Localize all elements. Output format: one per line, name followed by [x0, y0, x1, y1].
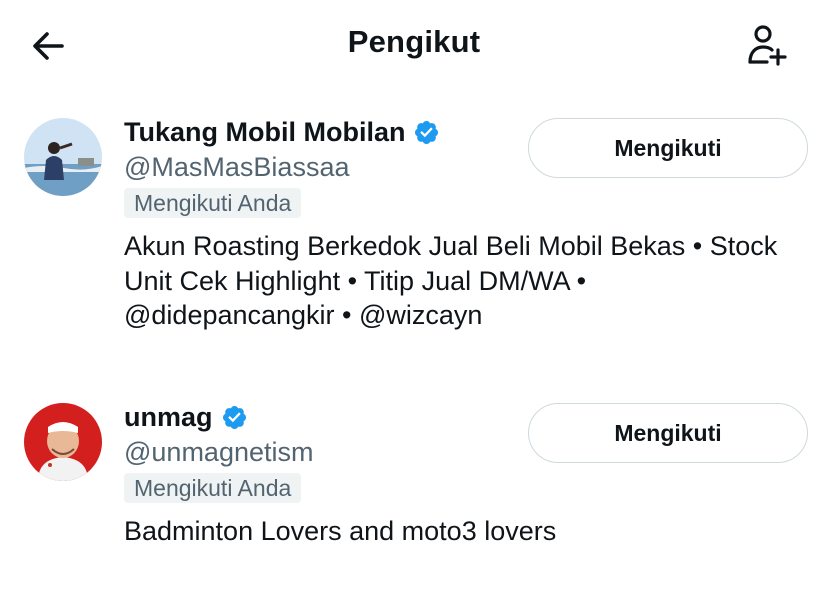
- user-cell[interactable]: unmag @unmagnetism Mengikuti Anda Badmin…: [0, 395, 828, 565]
- user-handle: @MasMasBiassaa: [124, 152, 350, 182]
- user-cell[interactable]: Tukang Mobil Mobilan @MasMasBiassaa Meng…: [0, 110, 828, 370]
- follows-you-badge: Mengikuti Anda: [124, 473, 302, 503]
- page-title: Pengikut: [347, 24, 481, 59]
- user-bio: Badminton Lovers and moto3 lovers: [124, 516, 557, 546]
- name-row: unmag: [124, 399, 248, 435]
- user-bio: Akun Roasting Berkedok Jual Beli Mobil B…: [124, 231, 778, 330]
- avatar[interactable]: [24, 118, 102, 196]
- top-bar: Pengikut: [0, 0, 828, 90]
- following-button[interactable]: Mengikuti: [528, 118, 808, 178]
- name-row: Tukang Mobil Mobilan: [124, 114, 440, 150]
- add-user-icon[interactable]: [745, 22, 791, 68]
- verified-badge-icon: [222, 405, 246, 429]
- display-name[interactable]: unmag: [124, 402, 213, 433]
- display-name[interactable]: Tukang Mobil Mobilan: [124, 117, 405, 148]
- verified-badge-icon: [415, 120, 439, 144]
- avatar[interactable]: [24, 403, 102, 481]
- user-handle: @unmagnetism: [124, 437, 314, 467]
- follows-you-badge: Mengikuti Anda: [124, 188, 302, 218]
- following-button[interactable]: Mengikuti: [528, 403, 808, 463]
